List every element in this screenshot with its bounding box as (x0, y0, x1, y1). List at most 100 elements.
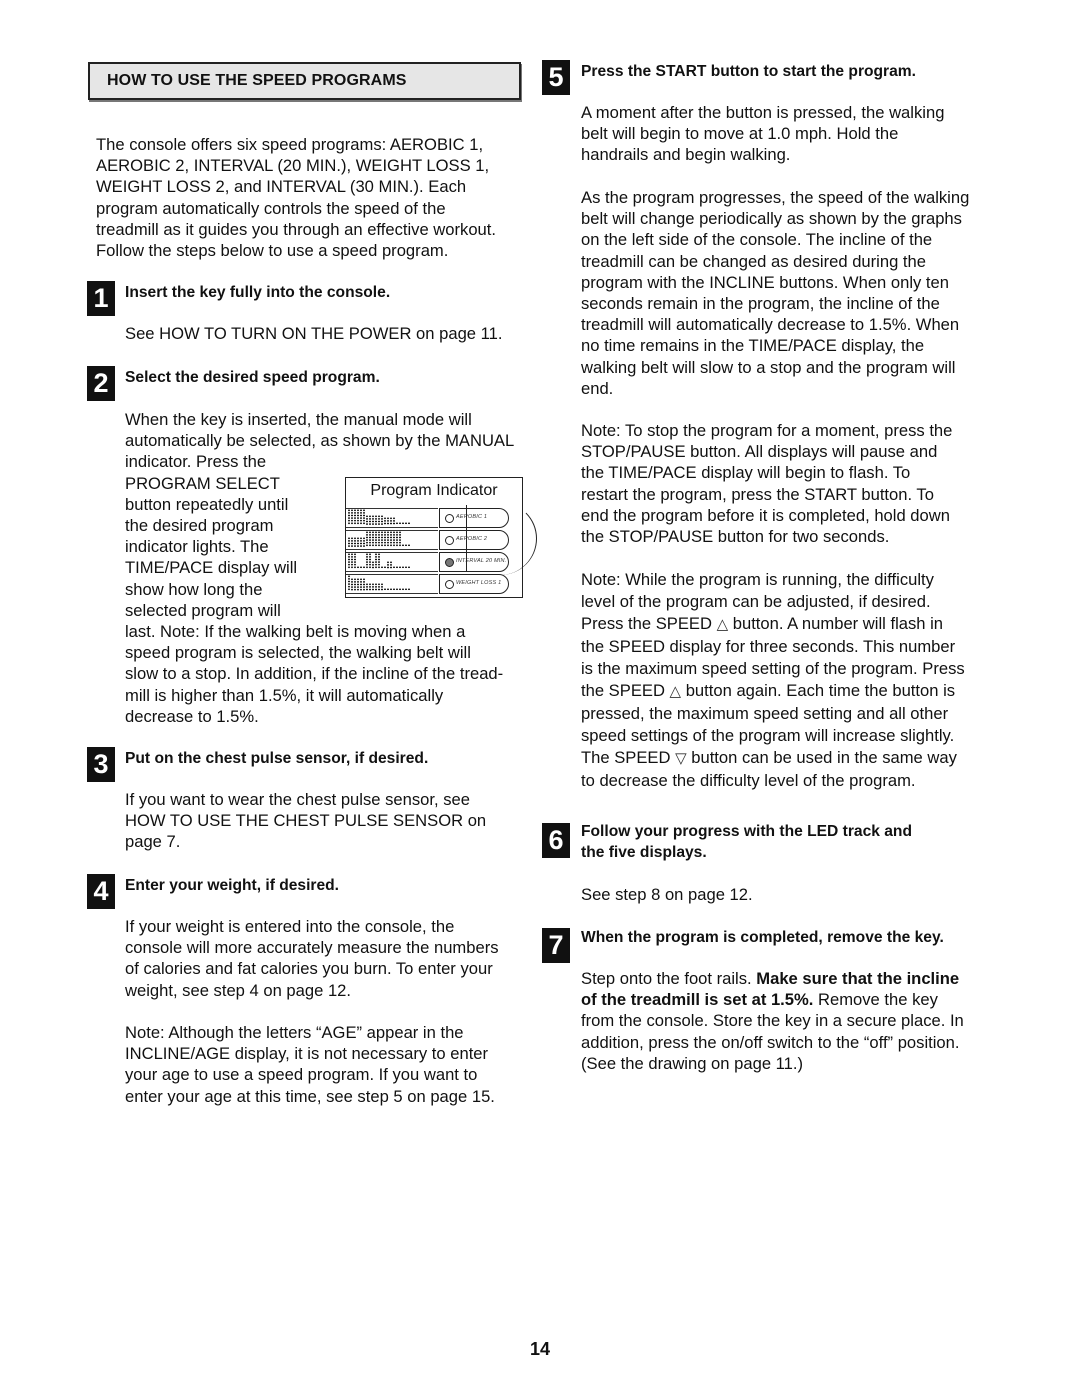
profile-segment (396, 531, 398, 547)
program-indicator-pill: AEROBIC 1 (439, 508, 509, 528)
body-line: belt will change periodically as shown b… (581, 209, 962, 229)
profile-segment (399, 566, 401, 569)
profile-segment (375, 583, 377, 591)
intro-paragraph: The console offers six speed programs: A… (96, 134, 496, 261)
profile-segment (351, 553, 353, 569)
profile-segment (360, 509, 362, 525)
profile-segment (348, 553, 350, 569)
body-line: your age to use a speed program. If you … (125, 1065, 478, 1085)
body-line: page 7. (125, 832, 181, 852)
step-3-heading: Put on the chest pulse sensor, if desire… (125, 750, 429, 767)
intro-line: Follow the steps below to use a speed pr… (96, 241, 449, 261)
profile-segment (390, 517, 392, 525)
body-line: walking belt will slow to a stop and the… (581, 357, 956, 377)
heading-line: Follow your progress with the LED track … (581, 823, 912, 840)
profile-segment (402, 588, 404, 591)
profile-segment (390, 531, 392, 547)
profile-segment (372, 583, 374, 591)
body-line: handrails and begin walking. (581, 145, 791, 165)
body-line: on the left side of the console. The inc… (581, 230, 933, 250)
body-line: the SPEED display for three seconds. Thi… (581, 636, 965, 658)
indicator-pointer-line (466, 505, 467, 571)
profile-segment (405, 522, 407, 525)
profile-segment (399, 531, 401, 547)
body-line: end the program before it is completed, … (581, 505, 950, 525)
body-line: (See the drawing on page 11.) (581, 1053, 804, 1073)
body-line: automatically be selected, as shown by t… (125, 431, 515, 451)
body-line: no time remains in the TIME/PACE display… (581, 336, 925, 356)
body-line: When the key is inserted, the manual mod… (125, 410, 472, 429)
indicator-light-off-icon (445, 580, 454, 589)
program-label: AEROBIC 1 (456, 514, 488, 520)
profile-segment (378, 514, 380, 525)
profile-segment (351, 509, 353, 525)
step-5-note-pause: Note: To stop the program for a moment, … (581, 420, 952, 547)
body-line: Note: Although the letters “AGE” appear … (125, 1023, 464, 1042)
profile-segment (369, 531, 371, 547)
speed-up-triangle-icon: △ (716, 616, 729, 633)
body-line: addition, press the on/off switch to the… (581, 1032, 960, 1052)
program-row: AEROBIC 1 (346, 508, 522, 528)
program-indicator-title: Program Indicator (370, 482, 498, 499)
profile-segment (348, 575, 350, 591)
emphasis: of the treadmill is set at 1.5%. (581, 990, 814, 1010)
profile-segment (378, 553, 380, 569)
profile-segment (381, 514, 383, 525)
profile-segment (363, 578, 365, 591)
text: pressed, the maximum speed setting and a… (581, 704, 949, 723)
profile-segment (408, 544, 410, 547)
profile-segment (378, 583, 380, 591)
profile-segment (402, 566, 404, 569)
step-5-para2: As the program progresses, the speed of … (581, 187, 969, 399)
program-indicator-illustration: Program Indicator AEROBIC 1 AEROBIC 2 INTE… (345, 477, 537, 598)
body-line: indicator. Press the (125, 452, 267, 472)
body-line: belt will begin to move at 1.0 mph. Hold… (581, 124, 899, 144)
body-line: end. (581, 378, 614, 398)
heading-line: the five displays. (581, 844, 707, 861)
text: speed settings of the program will incre… (581, 726, 955, 745)
text: button again. Each time the button is (681, 681, 956, 700)
step-1-heading: Insert the key fully into the console. (125, 284, 391, 301)
body-line: enter your age at this time, see step 5 … (125, 1086, 495, 1106)
speed-profile-graph (346, 508, 438, 528)
profile-segment (375, 514, 377, 525)
body-line: slow to a stop. In addition, if the incl… (125, 664, 504, 684)
text: The SPEED (581, 748, 676, 767)
profile-segment (405, 544, 407, 547)
profile-segment (381, 566, 383, 569)
profile-segment (387, 588, 389, 591)
profile-segment (375, 553, 377, 569)
body-line: the SPEED △ button again. Each time the … (581, 680, 965, 703)
step-4-note: Note: Although the letters “AGE” appear … (125, 1022, 495, 1107)
program-label: AEROBIC 2 (456, 536, 488, 542)
body-line: the STOP/PAUSE button for two seconds. (581, 527, 890, 547)
profile-segment (348, 509, 350, 525)
body-line: the TIME/PACE display will begin to flas… (581, 463, 911, 483)
profile-segment (369, 514, 371, 525)
body-line: is the maximum speed setting of the prog… (581, 658, 965, 680)
body-line: As the program progresses, the speed of … (581, 188, 970, 207)
profile-segment (366, 531, 368, 547)
profile-segment (387, 531, 389, 547)
step-5-body: A moment after the button is pressed, th… (581, 102, 944, 166)
profile-segment (378, 531, 380, 547)
step-2-heading: Select the desired speed program. (125, 369, 380, 386)
profile-segment (366, 553, 368, 569)
profile-segment (369, 583, 371, 591)
profile-segment (351, 578, 353, 591)
profile-segment (396, 566, 398, 569)
profile-segment (399, 522, 401, 525)
body-line: pressed, the maximum speed setting and a… (581, 703, 965, 725)
body-line: seconds remain in the program, the incli… (581, 294, 940, 314)
program-label: INTERVAL 20 MIN. (456, 558, 507, 564)
intro-line: treadmill as it guides you through an ef… (96, 219, 497, 239)
step-2-badge: 2 (87, 366, 115, 401)
body-line: Press the SPEED △ button. A number will … (581, 613, 965, 636)
intro-line: WEIGHT LOSS 2, and INTERVAL (30 MIN.). E… (96, 177, 467, 197)
body-line: treadmill can be changed as desired duri… (581, 251, 927, 271)
profile-segment (405, 588, 407, 591)
profile-segment (354, 536, 356, 547)
profile-segment (408, 566, 410, 569)
program-row: WEIGHT LOSS 1 (346, 574, 522, 594)
body-line: decrease to 1.5%. (125, 706, 259, 726)
